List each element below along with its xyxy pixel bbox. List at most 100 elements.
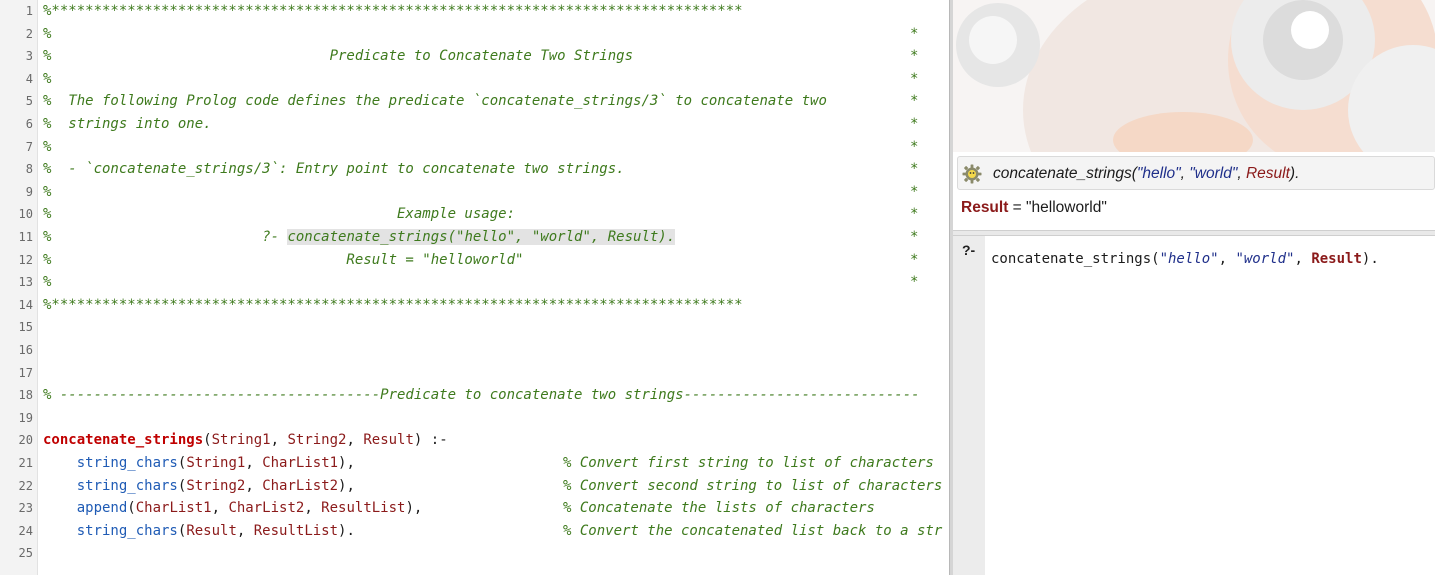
goal-end: ). [338,522,355,539]
line-number: 25 [18,546,33,561]
line-number: 11 [18,230,33,244]
header-comment: % ?- [43,229,288,245]
code-line[interactable]: % * [43,271,918,294]
code-line[interactable]: % --------------------------------------… [43,384,920,407]
code-line[interactable]: % Predicate to Concatenate Two Strings * [43,45,918,68]
open-paren: ( [203,432,212,449]
comma: , [304,500,322,517]
code-line[interactable]: append(CharList1, CharList2, ResultList)… [43,497,875,520]
goal-arg: CharList2 [228,500,305,517]
header-comment: % [43,138,52,155]
header-comment: % - `concatenate_strings/3`: Entry point… [43,161,625,178]
query-arg-hello: "hello" [1136,165,1181,182]
goal-comment: % Convert the concatenated list back to … [563,522,943,539]
code-line[interactable]: string_chars(String2, CharList2),% Conve… [43,475,943,498]
query-input[interactable]: concatenate_strings("hello", "world", Re… [991,250,1379,268]
answer-result: Result = "helloworld" [961,199,1107,216]
code-line[interactable]: string_chars(Result, ResultList).% Conve… [43,520,943,543]
code-editor[interactable]: 1 2 3 4 5 6 7 8 9 10 11 12 13 14 15 16 17 18 19 20 21 22 23 24 2… [0,0,949,575]
comma: , [211,500,229,517]
goal-end: ), [405,500,423,517]
goal-arg: CharList1 [262,455,339,471]
code-line[interactable]: % - `concatenate_strings/3`: Entry point… [43,158,918,181]
header-border-star: * [910,229,919,245]
header-comment: % The following Prolog code defines the … [43,93,827,110]
header-comment: % [43,183,52,200]
open-paren: ( [127,500,136,517]
answer-query-bar[interactable]: concatenate_strings("hello", "world", Re… [957,156,1435,190]
code-line[interactable]: % * [43,68,918,91]
code-line[interactable]: % The following Prolog code defines the … [43,90,918,113]
header-comment: % Example usage: [43,206,516,223]
header-comment: % strings into one. [43,116,212,132]
header-comment: % [43,70,52,87]
header-border-star: * [910,116,919,132]
header-comment: % [43,25,52,42]
goal-comment: % Convert first string to list of charac… [563,455,934,471]
code-line[interactable]: % * [43,23,918,46]
goal-arg: CharList1 [135,500,212,517]
goal-comment: % Concatenate the lists of characters [563,500,875,517]
line-number: 18 [18,388,33,403]
clause-head-arg: Result [363,432,414,449]
query-arg-world: "world" [1189,165,1238,182]
query-prompt: ?- [962,242,976,258]
clause-head-arg: String2 [287,432,347,449]
goal-predicate: string_chars [76,477,178,494]
header-border-star: * [910,70,919,87]
header-border-star: * [910,183,919,200]
header-border-star: * [910,206,919,223]
code-line[interactable]: concatenate_strings(String1, String2, Re… [43,429,448,452]
line-number: 14 [18,297,33,312]
answer-query-text: concatenate_strings("hello", "world", Re… [993,165,1300,182]
clause-head-name: concatenate_strings [43,432,204,449]
code-line[interactable]: % ?- concatenate_strings("hello", "world… [43,226,918,249]
line-number: 7 [25,139,33,154]
answer-pane: concatenate_strings("hello", "world", Re… [953,152,1435,230]
header-border-star: * [910,25,919,42]
line-number: 16 [18,343,33,357]
header-border-star: * [910,274,919,291]
goal-arg: ResultList [321,500,406,517]
goal-predicate: append [76,500,128,517]
comma: , [245,477,263,494]
swish-mascot-image [953,0,1435,152]
line-number: 2 [25,26,33,41]
line-number: 17 [18,365,33,380]
query-arg-result: Result [1245,165,1290,182]
header-border-star: * [910,48,919,65]
code-line[interactable]: % strings into one. * [43,113,918,136]
code-line[interactable]: %***************************************… [43,0,743,23]
line-number: 3 [25,49,33,64]
code-line[interactable]: string_chars(String1, CharList1),% Conve… [43,452,934,475]
line-number: 13 [18,275,33,290]
query-panel: concatenate_strings("hello", "world", Re… [953,0,1435,575]
line-number: 9 [25,184,33,199]
header-border-star: * [910,251,919,268]
highlighted-example-query: concatenate_strings("hello", "world", Re… [287,229,676,245]
code-line[interactable]: %***************************************… [43,294,743,317]
line-number: 22 [18,478,33,493]
line-number: 1 [25,4,33,18]
header-comment: % Result = "helloworld" [43,251,524,268]
line-number: 15 [18,320,33,335]
code-line[interactable]: % Example usage: * [43,203,918,226]
code-line[interactable]: % * [43,136,918,159]
line-number: 20 [18,433,33,448]
prompt-gutter: ?- [953,236,985,575]
code-line[interactable]: % * [43,181,918,204]
goal-arg: ResultList [253,522,339,539]
code-line[interactable]: % Result = "helloworld" * [43,249,918,272]
goal-predicate: string_chars [76,522,178,539]
line-number: 10 [18,207,33,222]
gear-icon[interactable] [962,164,982,184]
query-editor[interactable]: ?- concatenate_strings("hello", "world",… [953,236,1435,575]
line-number-gutter: 1 2 3 4 5 6 7 8 9 10 11 12 13 14 15 16 17 18 19 20 21 22 23 24 2… [0,0,38,575]
result-value: "helloworld" [1026,199,1107,216]
line-number: 23 [18,501,33,516]
clause-head-arg: String1 [211,432,271,449]
comma: , [245,455,263,471]
